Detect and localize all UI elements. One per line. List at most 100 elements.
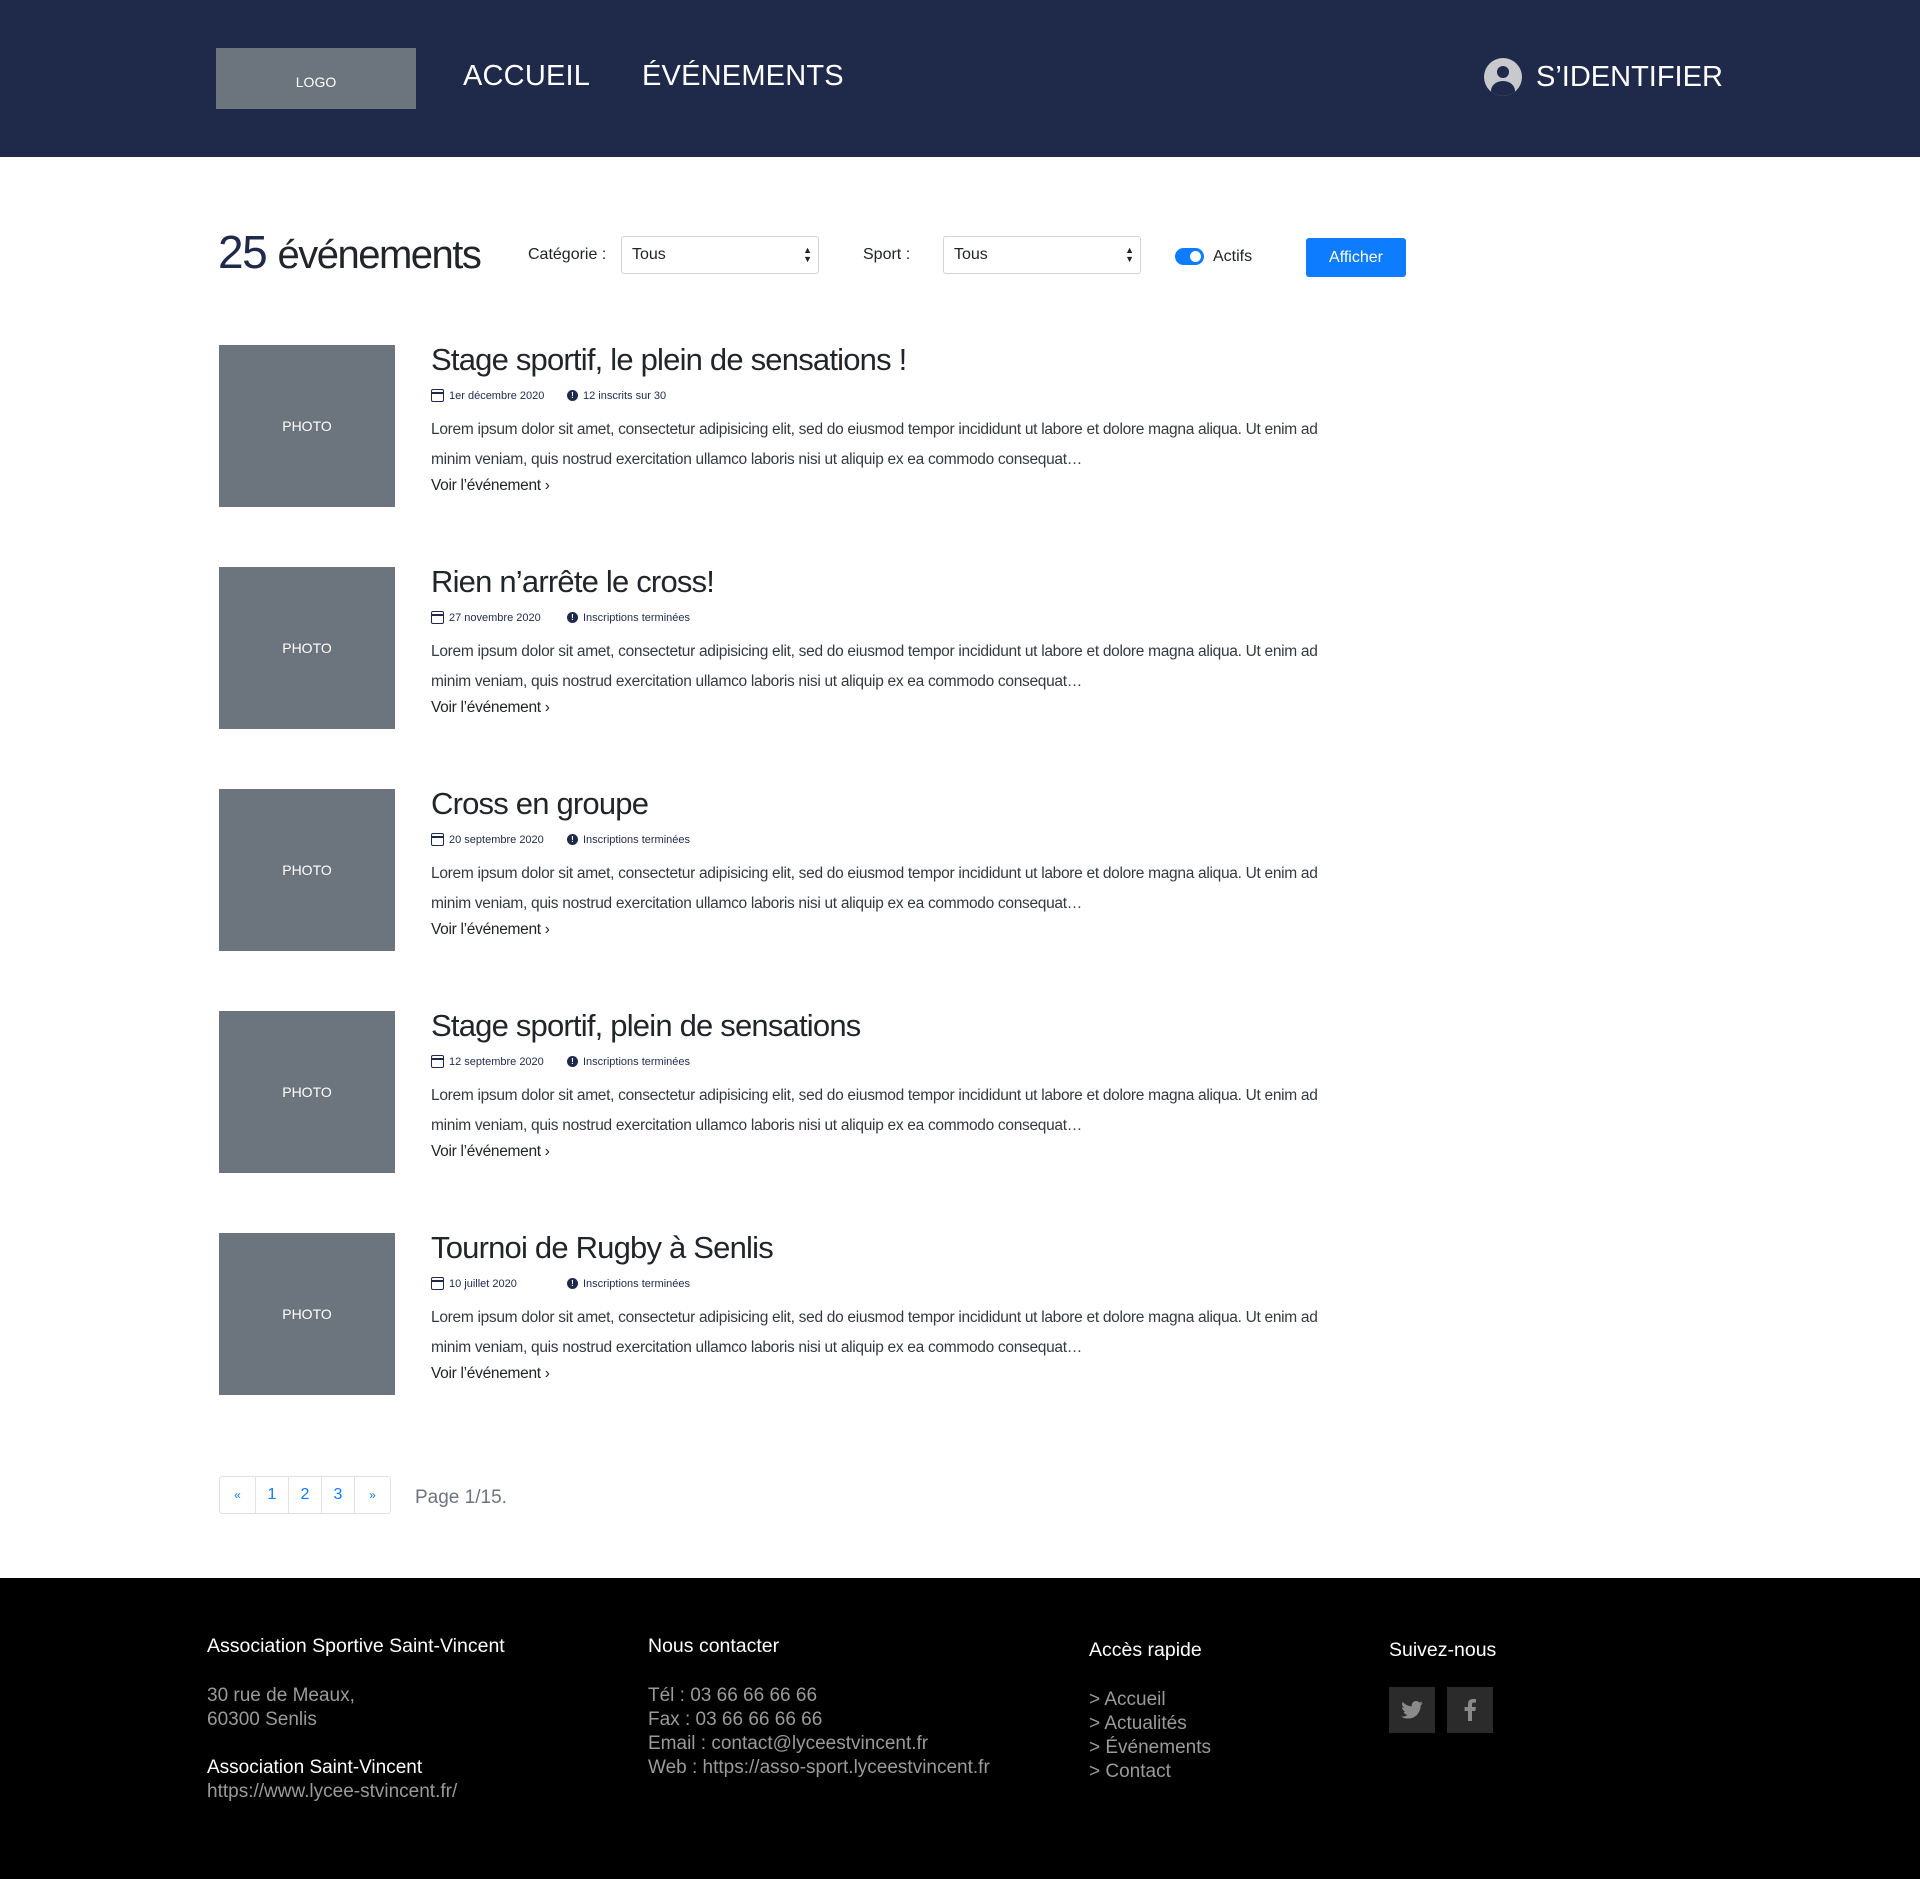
event-photo[interactable]: PHOTO (219, 789, 395, 951)
footer-quick-title: Accès rapide (1089, 1639, 1202, 1661)
footer-association-name: Association Saint-Vincent (207, 1757, 423, 1778)
event-title[interactable]: Tournoi de Rugby à Senlis (431, 1230, 774, 1266)
footer-web[interactable]: Web : https://asso-sport.lyceestvincent.… (648, 1756, 990, 1780)
event-title[interactable]: Stage sportif, plein de sensations (431, 1008, 861, 1044)
logo[interactable]: LOGO (216, 48, 416, 109)
event-date: 20 septembre 2020 (449, 833, 544, 846)
event-date: 10 juillet 2020 (449, 1277, 517, 1290)
calendar-icon (431, 611, 444, 624)
select-arrows-icon: ▲ ▼ (803, 245, 812, 264)
footer-link-actualites[interactable]: > Actualités (1089, 1712, 1211, 1736)
event-link[interactable]: Voir l’événement › (431, 921, 550, 939)
event-card: PHOTO Rien n’arrête le cross! 27 novembr… (219, 564, 1329, 737)
event-description: Lorem ipsum dolor sit amet, consectetur … (431, 421, 1318, 468)
user-icon (1484, 58, 1522, 96)
event-card: PHOTO Tournoi de Rugby à Senlis 10 juill… (219, 1230, 1329, 1403)
info-icon: ! (567, 1278, 578, 1289)
pagination-next[interactable]: » (355, 1477, 390, 1513)
event-card: PHOTO Stage sportif, plein de sensations… (219, 1008, 1329, 1181)
event-status: Inscriptions terminées (583, 1277, 690, 1290)
sport-label: Sport : (863, 246, 911, 263)
toggle-knob (1190, 251, 1201, 262)
footer-contact-title: Nous contacter (648, 1635, 780, 1657)
calendar-icon (431, 1055, 444, 1068)
event-title[interactable]: Stage sportif, le plein de sensations ! (431, 342, 907, 378)
events-count-number: 25 (218, 226, 268, 278)
event-meta: 1er décembre 2020 ! 12 inscrits sur 30 (431, 389, 666, 402)
event-date: 1er décembre 2020 (449, 389, 545, 402)
footer-fax: Fax : 03 66 66 66 66 (648, 1709, 823, 1730)
event-description: Lorem ipsum dolor sit amet, consectetur … (431, 643, 1318, 690)
events-count-label: événements (277, 233, 481, 277)
nav-accueil[interactable]: ACCUEIL (463, 60, 590, 93)
event-link[interactable]: Voir l’événement › (431, 1143, 550, 1161)
pagination-page-3[interactable]: 3 (322, 1477, 355, 1513)
event-status: 12 inscrits sur 30 (583, 389, 667, 402)
event-card: PHOTO Stage sportif, le plein de sensati… (219, 342, 1329, 515)
event-meta: 27 novembre 2020 ! Inscriptions terminée… (431, 611, 690, 624)
sport-select-value: Tous (954, 246, 988, 263)
footer-association: Association Saint-Vincent https://www.ly… (207, 1756, 457, 1804)
event-description: Lorem ipsum dolor sit amet, consectetur … (431, 1087, 1318, 1134)
info-icon: ! (567, 1056, 578, 1067)
event-description: Lorem ipsum dolor sit amet, consectetur … (431, 1309, 1318, 1356)
footer-link-contact[interactable]: > Contact (1089, 1760, 1211, 1784)
active-toggle[interactable] (1175, 248, 1204, 265)
footer-address: 30 rue de Meaux, 60300 Senlis (207, 1684, 355, 1732)
footer-tel: Tél : 03 66 66 66 66 (648, 1685, 818, 1706)
event-status: Inscriptions terminées (583, 611, 690, 624)
event-status: Inscriptions terminées (583, 833, 690, 846)
event-date: 27 novembre 2020 (449, 611, 541, 624)
info-icon: ! (567, 834, 578, 845)
event-link[interactable]: Voir l’événement › (431, 477, 550, 495)
footer-contact-info: Tél : 03 66 66 66 66 Fax : 03 66 66 66 6… (648, 1684, 990, 1780)
site-header: LOGO ACCUEIL ÉVÉNEMENTS S’IDENTIFIER (0, 0, 1920, 157)
footer-link-accueil[interactable]: > Accueil (1089, 1688, 1211, 1712)
category-label: Catégorie : (528, 246, 607, 263)
info-icon: ! (567, 612, 578, 623)
event-meta: 10 juillet 2020 ! Inscriptions terminées (431, 1277, 690, 1290)
show-button[interactable]: Afficher (1306, 238, 1406, 277)
footer-email[interactable]: Email : contact@lyceestvincent.fr (648, 1732, 990, 1756)
events-count: 25 événements (218, 225, 482, 279)
nav-evenements[interactable]: ÉVÉNEMENTS (642, 60, 844, 93)
event-date: 12 septembre 2020 (449, 1055, 544, 1068)
pagination-page-1[interactable]: 1 (256, 1477, 289, 1513)
event-meta: 12 septembre 2020 ! Inscriptions terminé… (431, 1055, 690, 1068)
footer-association-url[interactable]: https://www.lycee-stvincent.fr/ (207, 1780, 457, 1804)
footer-address-line2: 60300 Senlis (207, 1709, 317, 1730)
event-link[interactable]: Voir l’événement › (431, 1365, 550, 1383)
event-title[interactable]: Cross en groupe (431, 786, 649, 822)
event-link[interactable]: Voir l’événement › (431, 699, 550, 717)
event-photo[interactable]: PHOTO (219, 1011, 395, 1173)
facebook-icon[interactable] (1447, 1687, 1493, 1733)
event-photo[interactable]: PHOTO (219, 567, 395, 729)
pagination-prev[interactable]: « (220, 1477, 256, 1513)
site-footer: Association Sportive Saint-Vincent 30 ru… (0, 1578, 1920, 1879)
calendar-icon (431, 389, 444, 402)
footer-org-title: Association Sportive Saint-Vincent (207, 1635, 505, 1657)
event-photo[interactable]: PHOTO (219, 345, 395, 507)
info-icon: ! (567, 390, 578, 401)
event-status: Inscriptions terminées (583, 1055, 690, 1068)
event-card: PHOTO Cross en groupe 20 septembre 2020 … (219, 786, 1329, 959)
event-photo[interactable]: PHOTO (219, 1233, 395, 1395)
calendar-icon (431, 833, 444, 846)
calendar-icon (431, 1277, 444, 1290)
footer-address-line1: 30 rue de Meaux, (207, 1685, 355, 1706)
footer-link-evenements[interactable]: > Événements (1089, 1736, 1211, 1760)
footer-follow-title: Suivez-nous (1389, 1639, 1497, 1661)
page-info: Page 1/15. (415, 1487, 507, 1508)
event-description: Lorem ipsum dolor sit amet, consectetur … (431, 865, 1318, 912)
category-select-value: Tous (632, 246, 666, 263)
sport-select[interactable]: Tous ▲ ▼ (943, 236, 1141, 274)
footer-quick-links: > Accueil > Actualités > Événements > Co… (1089, 1688, 1211, 1784)
active-toggle-label: Actifs (1213, 248, 1253, 265)
pagination-page-2[interactable]: 2 (289, 1477, 322, 1513)
select-arrows-icon: ▲ ▼ (1125, 245, 1134, 264)
login-button[interactable]: S’IDENTIFIER (1484, 58, 1723, 96)
twitter-icon[interactable] (1389, 1687, 1435, 1733)
event-title[interactable]: Rien n’arrête le cross! (431, 564, 715, 600)
category-select[interactable]: Tous ▲ ▼ (621, 236, 819, 274)
pagination: « 1 2 3 » (219, 1476, 391, 1514)
